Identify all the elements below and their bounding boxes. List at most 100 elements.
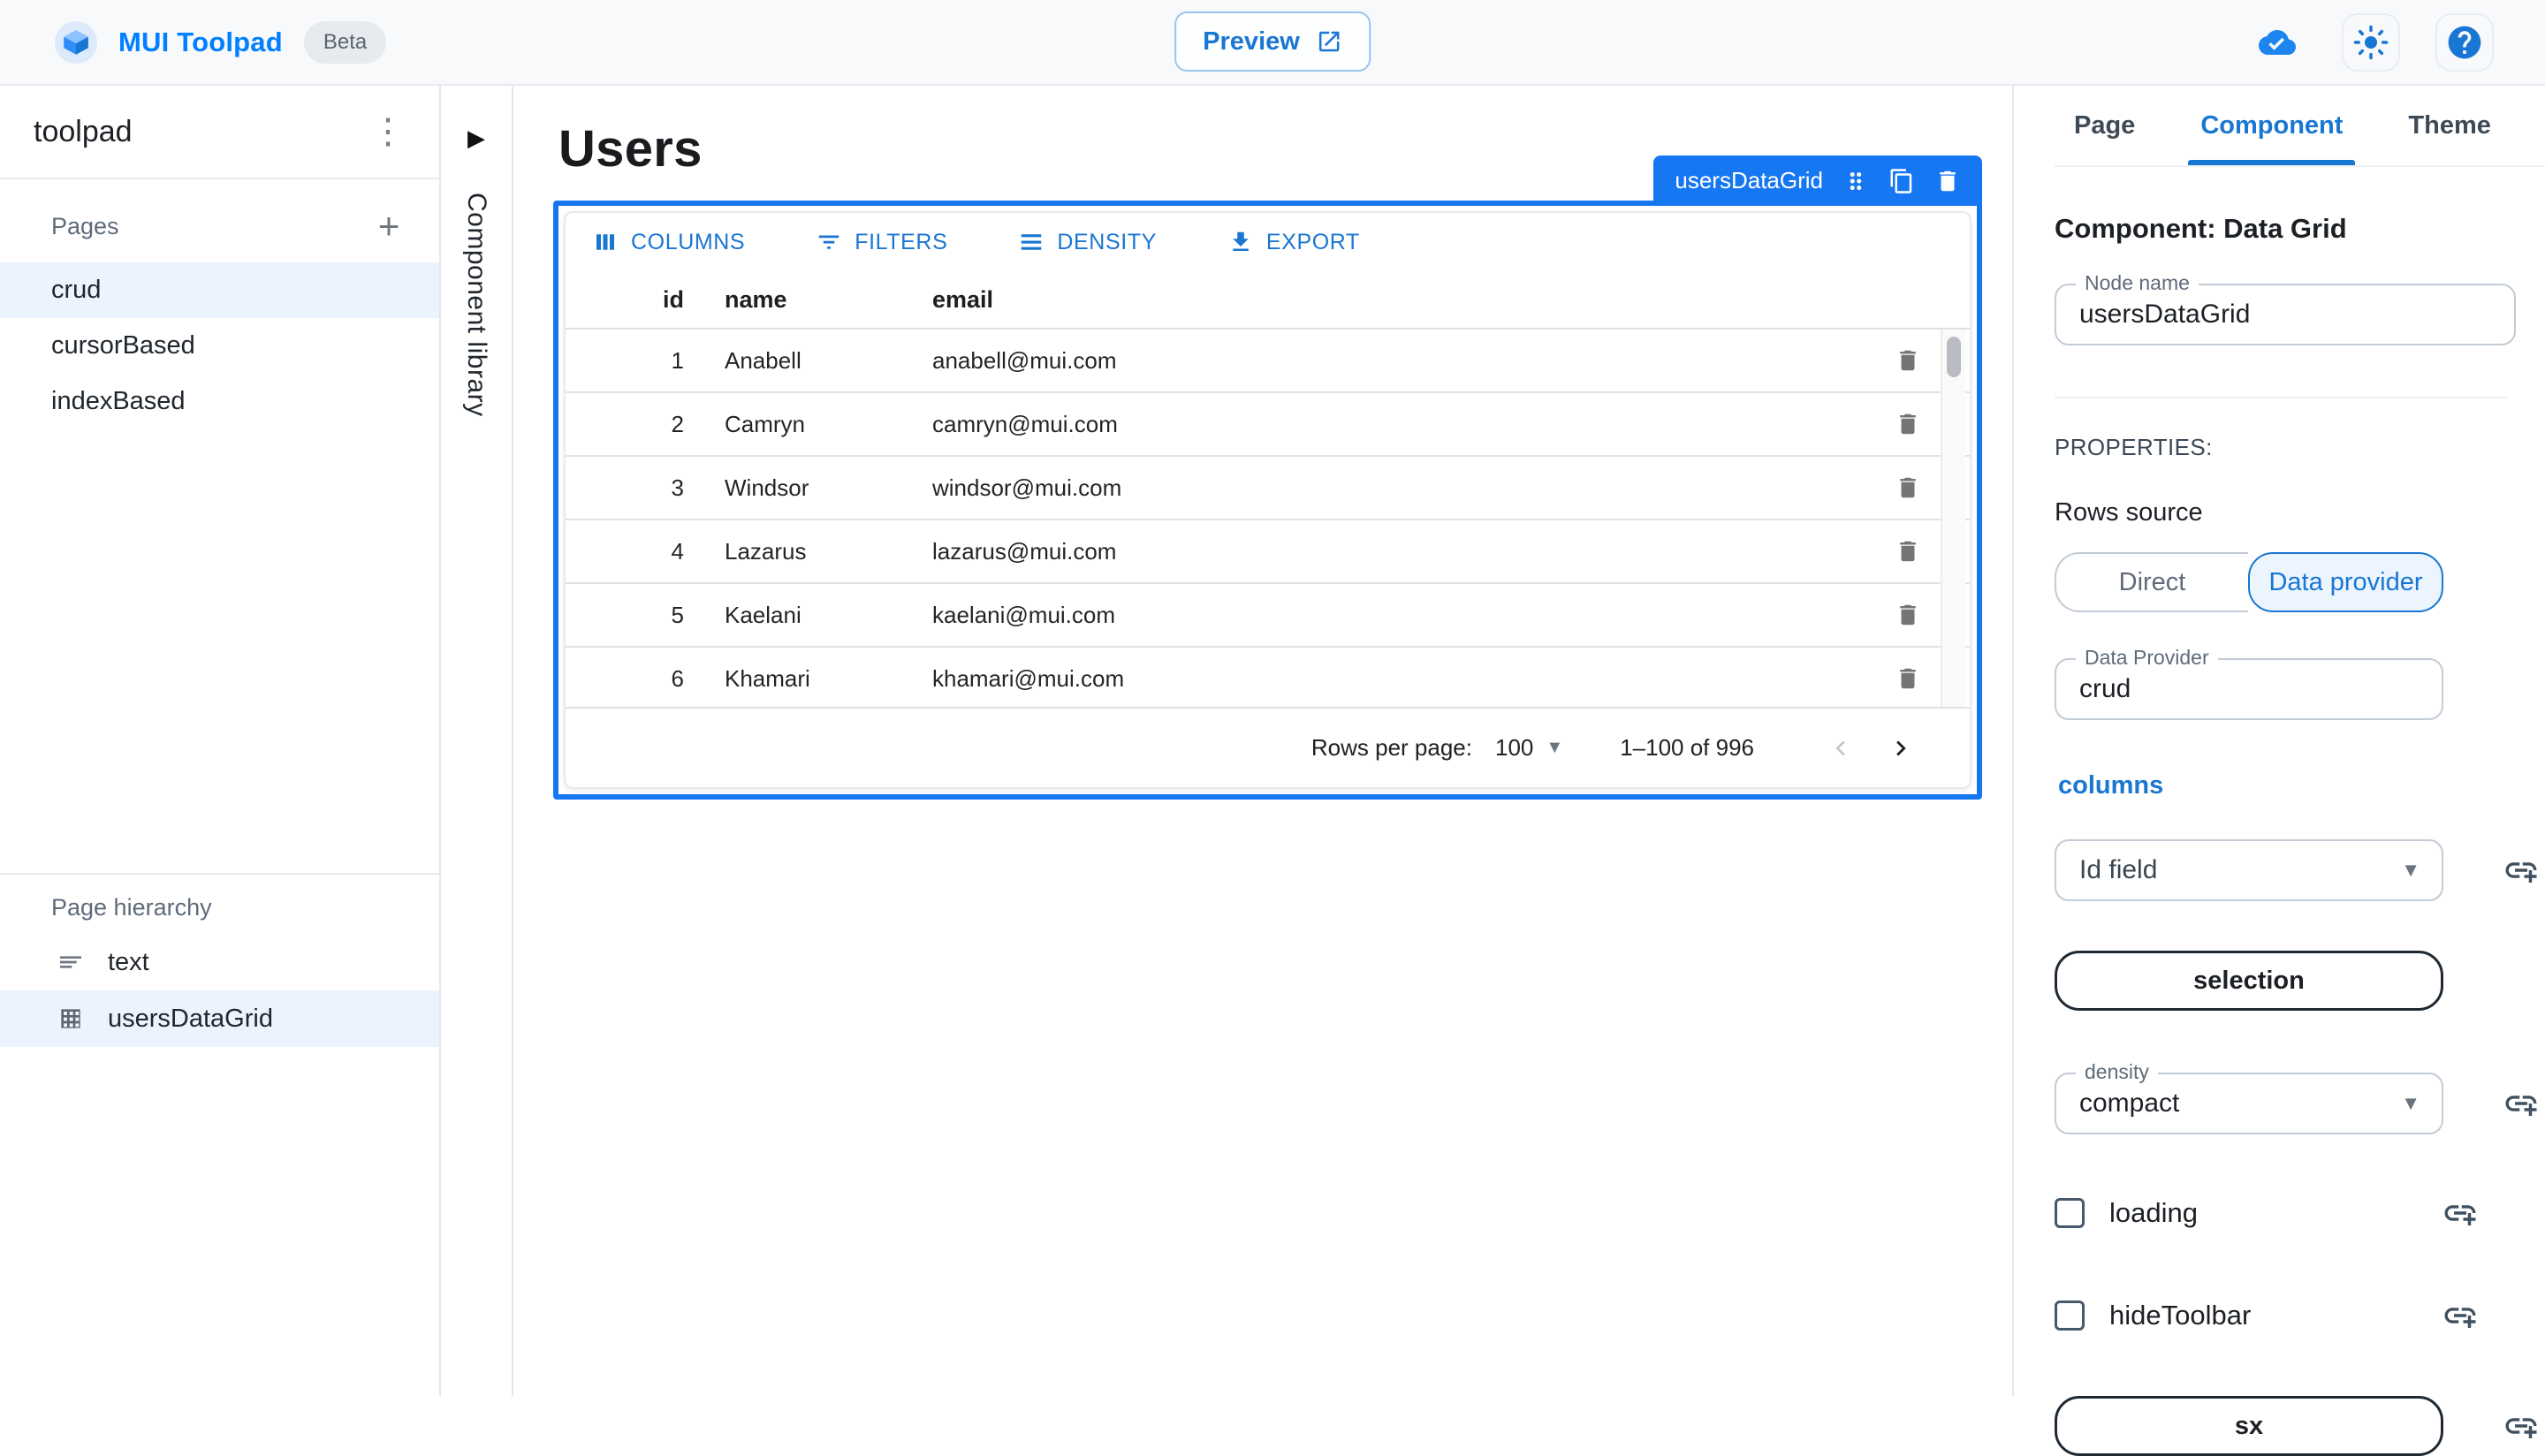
sidebar-item-indexbased[interactable]: indexBased: [0, 374, 439, 429]
datagrid-toolbar: COLUMNS FILTERS DENSITY: [566, 213, 1970, 271]
explorer-sidebar: toolpad ⋮ Pages + crud cursorBased index…: [0, 86, 441, 1396]
project-header: toolpad ⋮: [0, 86, 439, 179]
table-row[interactable]: 2 Camryn camryn@mui.com: [566, 393, 1970, 457]
open-in-new-icon: [1316, 28, 1342, 55]
trash-icon: [1895, 474, 1921, 501]
component-library-label[interactable]: Component library: [461, 193, 491, 417]
duplicate-icon[interactable]: [1888, 168, 1915, 194]
drag-handle-icon[interactable]: [1842, 168, 1869, 194]
sx-button[interactable]: sx: [2055, 1396, 2443, 1456]
cell-email: lazarus@mui.com: [932, 538, 1846, 565]
grid-scrollbar-thumb[interactable]: [1947, 337, 1961, 377]
cell-email: anabell@mui.com: [932, 347, 1846, 375]
table-row[interactable]: 1 Anabell anabell@mui.com: [566, 330, 1970, 393]
loading-checkbox[interactable]: [2055, 1198, 2085, 1228]
cell-id: 6: [566, 665, 725, 693]
add-link-icon: [2442, 1297, 2479, 1334]
preview-button-label: Preview: [1203, 27, 1300, 57]
cell-name: Kaelani: [725, 602, 932, 629]
sync-status-button[interactable]: [2248, 13, 2306, 72]
bind-loading-button[interactable]: [2436, 1189, 2484, 1237]
project-name: toolpad: [34, 115, 133, 149]
rows-source-data-provider-button[interactable]: Data provider: [2248, 552, 2443, 612]
expand-library-icon[interactable]: ▶: [467, 125, 485, 152]
add-page-button[interactable]: +: [365, 202, 413, 250]
cell-email: camryn@mui.com: [932, 411, 1846, 438]
rows-per-page-label: Rows per page:: [1311, 734, 1472, 762]
delete-component-icon[interactable]: [1934, 168, 1961, 194]
theme-mode-button[interactable]: [2342, 13, 2400, 72]
density-button-label: DENSITY: [1057, 230, 1157, 255]
table-row[interactable]: 6 Khamari khamari@mui.com: [566, 648, 1970, 707]
previous-page-button[interactable]: [1811, 718, 1871, 778]
filters-button-label: FILTERS: [855, 230, 947, 255]
hide-toolbar-label: hideToolbar: [2109, 1300, 2251, 1331]
page-size-select[interactable]: 100 ▼: [1495, 734, 1563, 762]
id-field-select[interactable]: Id field ▼: [2055, 839, 2443, 901]
tab-theme[interactable]: Theme: [2408, 86, 2490, 165]
add-link-icon: [2442, 1194, 2479, 1232]
table-row[interactable]: 5 Kaelani kaelani@mui.com: [566, 584, 1970, 648]
selection-chip[interactable]: usersDataGrid: [1653, 155, 1982, 206]
hide-toolbar-row: hideToolbar: [2055, 1292, 2484, 1339]
cell-id: 3: [566, 474, 725, 502]
export-button[interactable]: EXPORT: [1217, 220, 1371, 264]
bind-hide-toolbar-button[interactable]: [2436, 1292, 2484, 1339]
bind-id-field-button[interactable]: [2497, 846, 2545, 894]
trash-icon: [1895, 347, 1921, 374]
rows-source-direct-button[interactable]: Direct: [2055, 552, 2248, 612]
hide-toolbar-checkbox[interactable]: [2055, 1301, 2085, 1331]
chevron-right-icon: [1886, 733, 1916, 763]
page-size-value: 100: [1495, 734, 1533, 762]
table-row[interactable]: 3 Windsor windsor@mui.com: [566, 457, 1970, 520]
tab-component[interactable]: Component: [2200, 86, 2343, 165]
help-button[interactable]: [2435, 13, 2494, 72]
grid-icon: [57, 1005, 85, 1033]
page-hierarchy-section: Page hierarchy text usersDataGrid: [0, 873, 439, 1047]
add-link-icon: [2503, 1085, 2540, 1122]
cell-name: Lazarus: [725, 538, 932, 565]
page-title: Users: [558, 119, 703, 178]
columns-button-label: COLUMNS: [631, 230, 745, 255]
appbar-actions: [2248, 13, 2494, 72]
cell-name: Anabell: [725, 347, 932, 375]
columns-editor-link[interactable]: columns: [2055, 771, 2163, 800]
project-menu-button[interactable]: ⋮: [363, 107, 413, 156]
data-provider-field[interactable]: Data Provider: [2055, 658, 2443, 720]
inspector-panel: Page Component Theme Component: Data Gri…: [2012, 86, 2545, 1396]
beta-badge: Beta: [304, 21, 386, 64]
sidebar-item-crud[interactable]: crud: [0, 262, 439, 318]
selection-button[interactable]: selection: [2055, 951, 2443, 1011]
columns-button[interactable]: COLUMNS: [581, 220, 756, 264]
table-row[interactable]: 4 Lazarus lazarus@mui.com: [566, 520, 1970, 584]
trash-icon: [1895, 411, 1921, 437]
next-page-button[interactable]: [1871, 718, 1931, 778]
selection-outline[interactable]: usersDataGrid CO: [553, 201, 1982, 800]
filters-button[interactable]: FILTERS: [805, 220, 958, 264]
id-field-row: Id field ▼: [2055, 839, 2545, 901]
app-bar: MUI Toolpad Beta Preview: [0, 0, 2545, 86]
density-row: density compact ▼: [2055, 1073, 2545, 1134]
cell-id: 1: [566, 347, 725, 375]
column-header-email[interactable]: email: [932, 286, 1846, 314]
bind-sx-button[interactable]: [2497, 1402, 2545, 1450]
column-header-id[interactable]: id: [566, 286, 725, 314]
hierarchy-item-text[interactable]: text: [0, 934, 439, 990]
mui-logo: [55, 21, 97, 64]
tab-page[interactable]: Page: [2074, 86, 2135, 165]
density-select[interactable]: density compact ▼: [2055, 1073, 2443, 1134]
node-name-field[interactable]: Node name: [2055, 284, 2516, 345]
datagrid-rows: 1 Anabell anabell@mui.com 2 Camryn camry…: [566, 330, 1970, 707]
bind-density-button[interactable]: [2497, 1080, 2545, 1127]
preview-button[interactable]: Preview: [1174, 11, 1371, 72]
sidebar-item-cursorbased[interactable]: cursorBased: [0, 318, 439, 374]
divider: [2055, 397, 2507, 398]
density-button[interactable]: DENSITY: [1007, 220, 1167, 264]
data-provider-label: Data Provider: [2076, 646, 2218, 670]
download-icon: [1227, 229, 1254, 255]
inspector-title: Component: Data Grid: [2055, 213, 2545, 245]
grid-scrollbar[interactable]: [1941, 330, 1965, 707]
hierarchy-item-usersdatagrid[interactable]: usersDataGrid: [0, 990, 439, 1047]
mui-cube-icon: [63, 29, 89, 56]
column-header-name[interactable]: name: [725, 286, 932, 314]
